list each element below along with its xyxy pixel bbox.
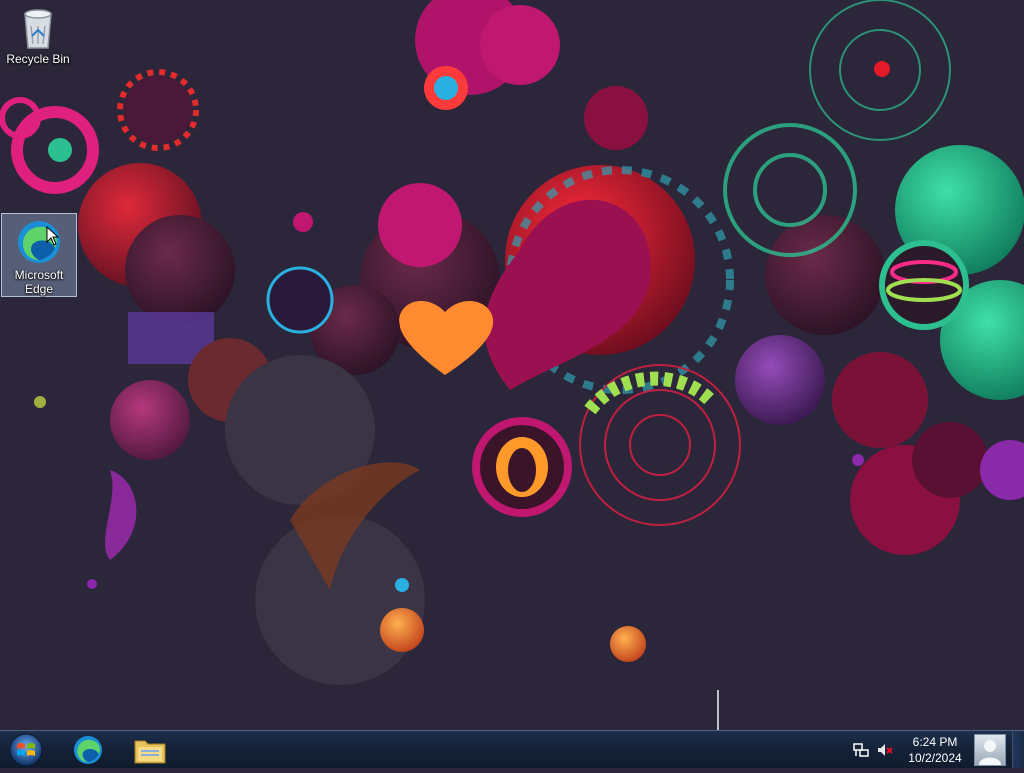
network-icon[interactable] — [852, 741, 870, 759]
clock-time: 6:24 PM — [912, 735, 958, 749]
taskbar-button-edge[interactable] — [66, 733, 110, 767]
show-desktop-button[interactable] — [1012, 731, 1024, 768]
windows-start-icon — [9, 733, 43, 767]
recycle-bin-icon — [24, 9, 52, 49]
desktop: Recycle Bin Microsoft Edge — [0, 0, 1024, 730]
desktop-icon-label: Recycle Bin — [6, 52, 70, 66]
clock-date: 10/2/2024 — [908, 751, 962, 765]
volume-muted-icon[interactable] — [876, 741, 894, 759]
taskbar: 6:24 PM 10/2/2024 — [0, 730, 1024, 768]
desktop-icon-recycle-bin[interactable]: Recycle Bin — [0, 4, 76, 78]
edge-icon — [74, 736, 102, 764]
desktop-icon-label: Microsoft Edge — [14, 268, 64, 296]
user-account-tile[interactable] — [974, 734, 1006, 766]
user-avatar-icon — [979, 740, 1001, 765]
wallpaper — [0, 0, 1024, 730]
taskbar-button-file-explorer[interactable] — [128, 733, 172, 767]
desktop-icon-microsoft-edge[interactable]: Microsoft Edge — [1, 213, 77, 297]
folder-icon — [134, 740, 166, 764]
start-button[interactable] — [6, 732, 46, 768]
clock[interactable]: 6:24 PM 10/2/2024 — [900, 734, 970, 766]
mouse-cursor-icon — [46, 226, 60, 246]
